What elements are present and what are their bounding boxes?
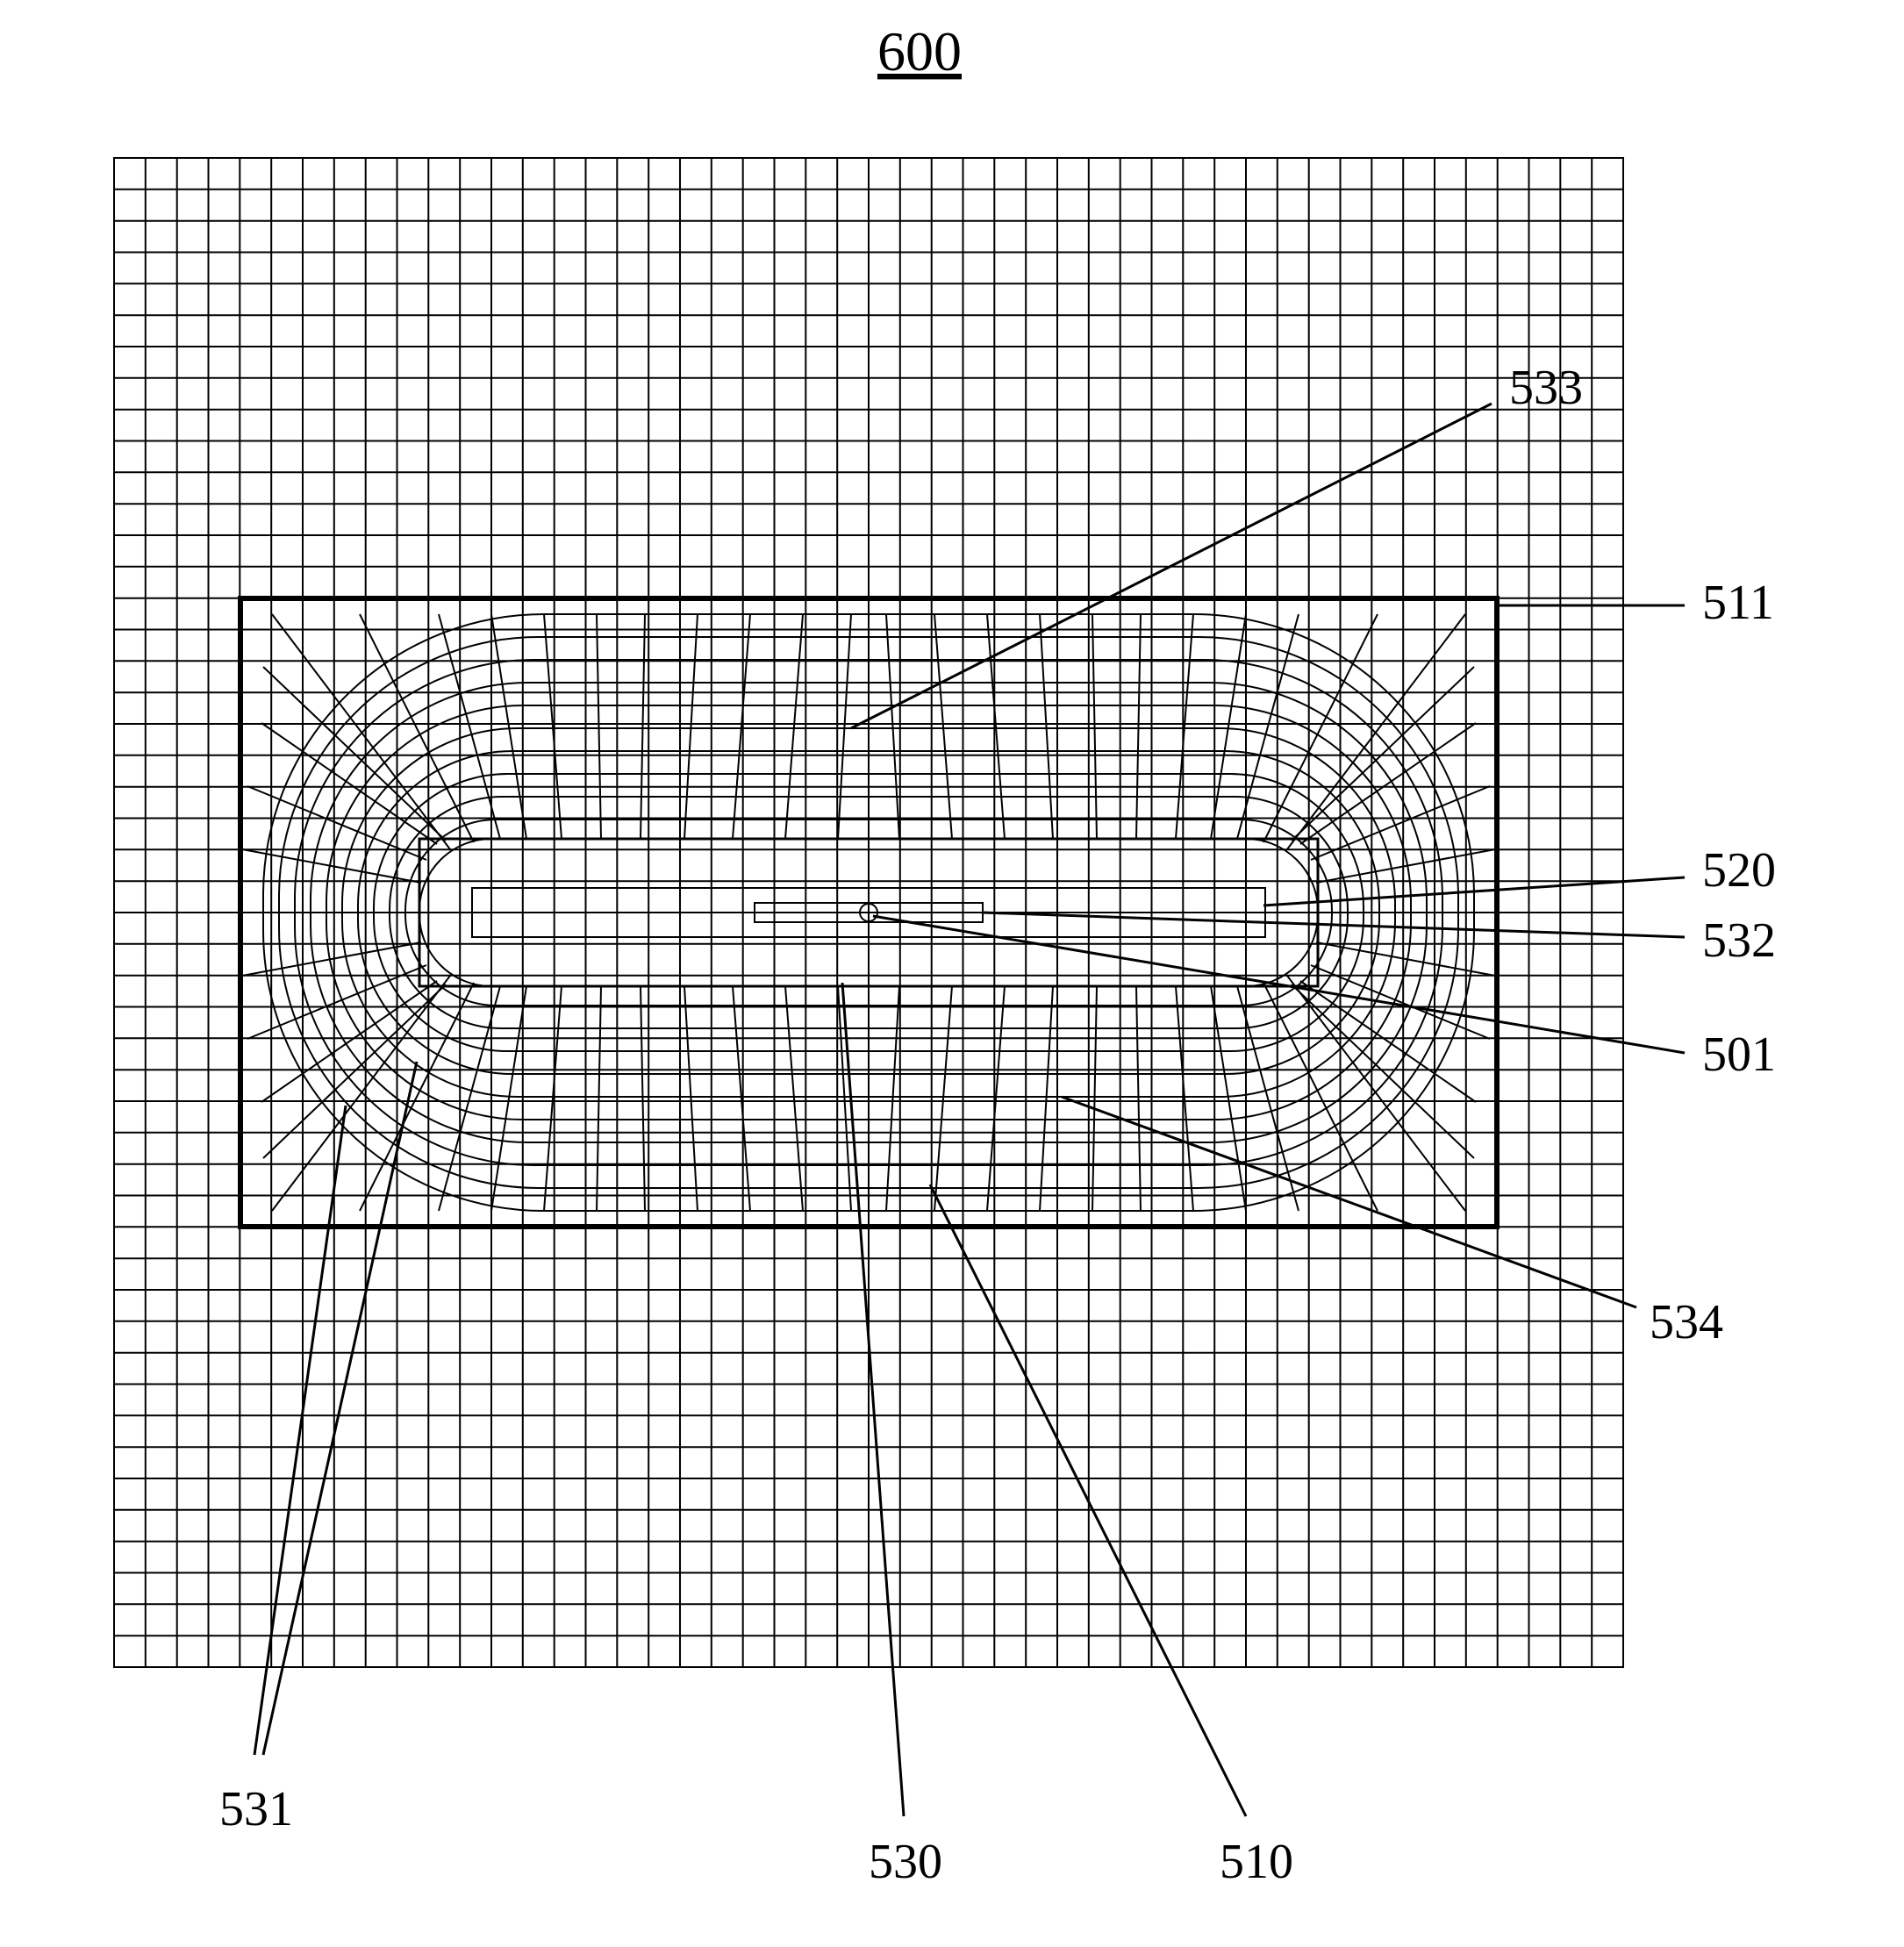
label-511: 511 [1702,576,1774,630]
label-530: 530 [869,1835,942,1889]
diagram-svg: 600 [0,0,1904,1947]
label-533: 533 [1509,361,1583,415]
label-534: 534 [1650,1295,1723,1349]
label-531: 531 [219,1782,293,1836]
figure-title: 600 [877,20,962,82]
label-510: 510 [1220,1835,1293,1889]
label-501: 501 [1702,1027,1776,1082]
label-520: 520 [1702,843,1776,898]
label-532: 532 [1702,913,1776,968]
figure-600: { "figure": { "title": "600", "labels": … [0,0,1904,1947]
